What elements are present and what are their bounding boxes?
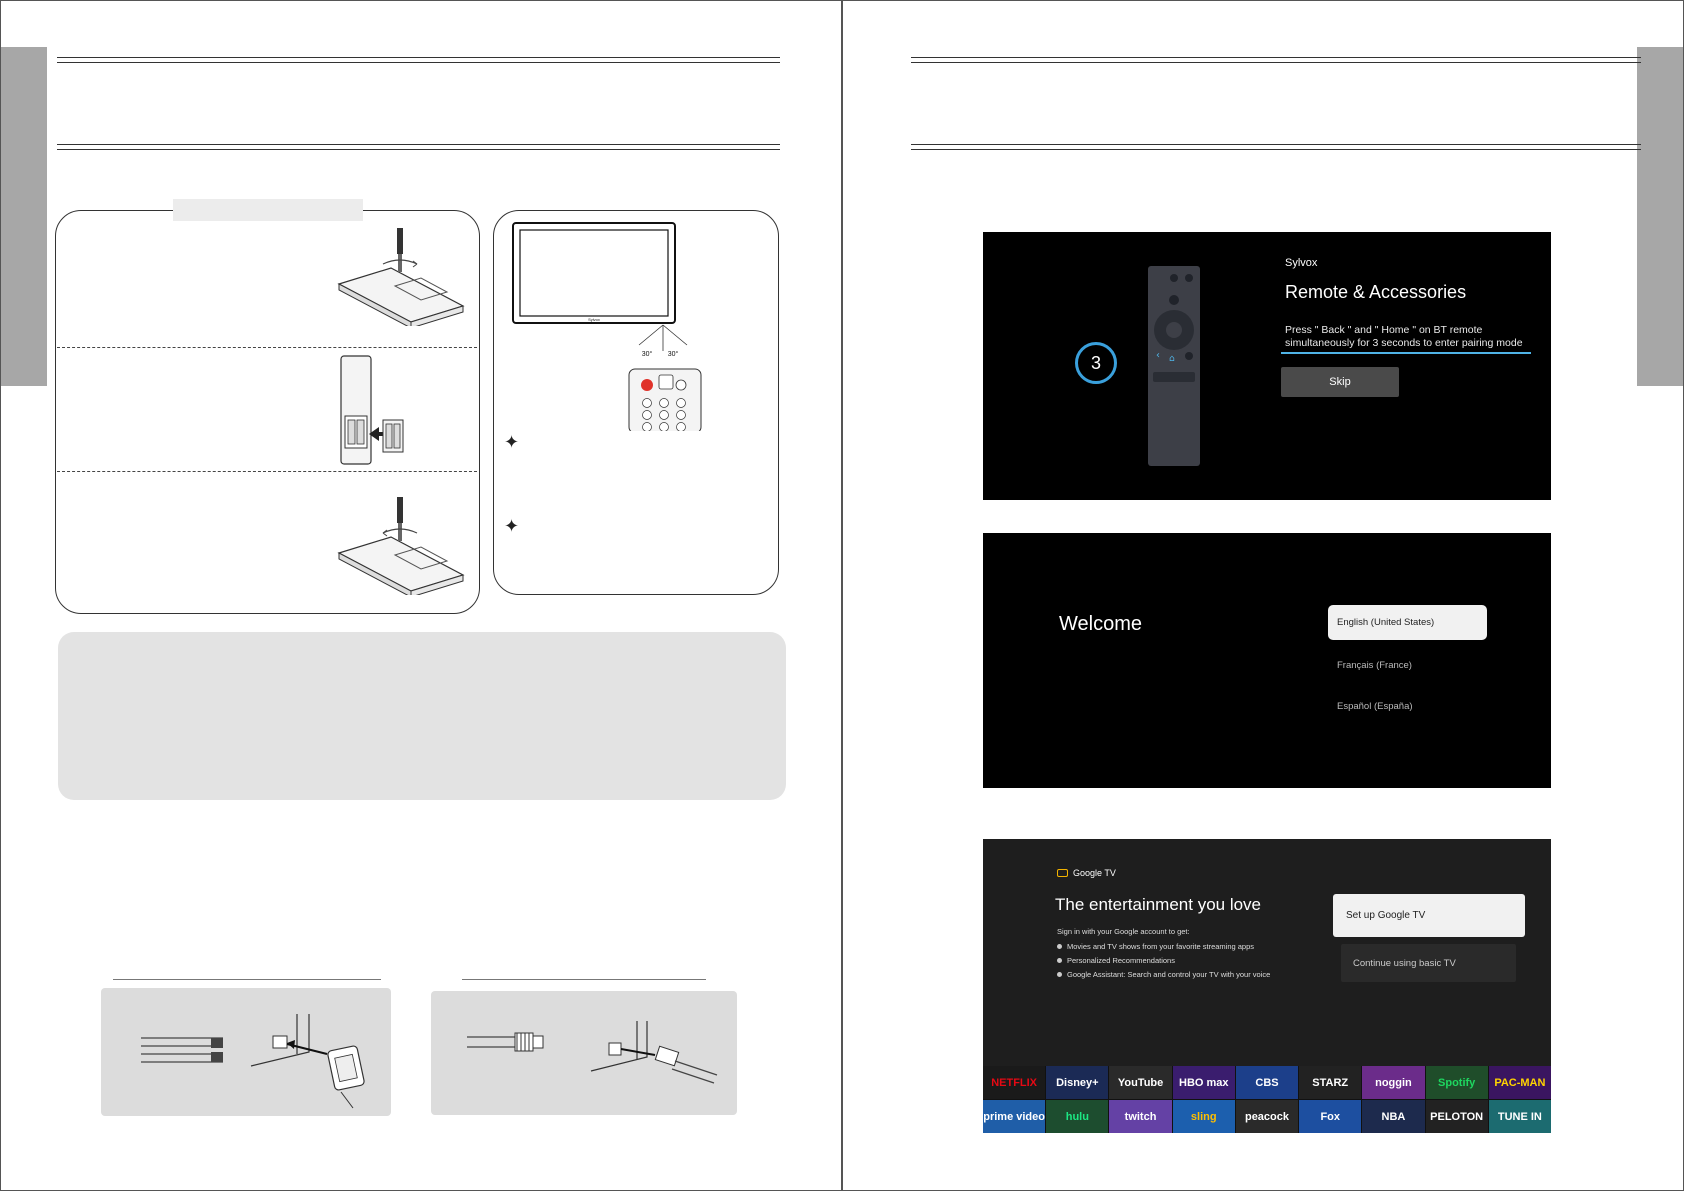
app-tile[interactable]: Fox	[1299, 1100, 1362, 1133]
google-tv-logo-icon	[1057, 869, 1068, 877]
back-arrow-icon: ‹	[1156, 350, 1160, 361]
left-page: Sylvox 30° 30° ✦ ✦	[0, 0, 842, 1191]
list-item: Movies and TV shows from your favorite s…	[1057, 939, 1270, 953]
app-tile[interactable]: PELOTON	[1425, 1100, 1488, 1133]
welcome-screen: Welcome English (United States) Français…	[983, 533, 1551, 788]
pairing-progress-bar	[1281, 352, 1531, 354]
header-rule-top	[911, 57, 1641, 63]
angle-right-label: 30°	[668, 350, 679, 358]
right-page: ‹ ⌂ 3 Sylvox Remote & Accessories Press …	[842, 0, 1684, 1191]
app-tile[interactable]: YouTube	[1109, 1066, 1172, 1099]
language-option[interactable]: Español (España)	[1337, 701, 1413, 712]
app-tile[interactable]: TUNE IN	[1488, 1100, 1551, 1133]
angle-left-label: 30°	[642, 350, 653, 358]
welcome-title: Welcome	[1059, 613, 1142, 635]
pairing-title: Remote & Accessories	[1285, 282, 1467, 302]
connection-rule	[113, 979, 381, 980]
app-tile[interactable]: sling	[1172, 1100, 1235, 1133]
insert-batteries-illustration	[340, 355, 404, 465]
battery-panel-label-bar	[173, 199, 363, 221]
app-tile[interactable]: CBS	[1235, 1066, 1299, 1099]
pairing-description: Press " Back " and " Home " on BT remote…	[1285, 324, 1523, 349]
app-tile[interactable]: peacock	[1235, 1100, 1299, 1133]
google-tv-setup-screen: Google TV The entertainment you love Sig…	[983, 839, 1551, 1133]
app-logo-grid: NETFLIX Disney+ YouTube HBO max CBS STARZ nogg…	[983, 1066, 1551, 1133]
continue-basic-tv-button[interactable]: Continue using basic TV	[1341, 944, 1516, 982]
google-tv-brand-text: Google TV	[1073, 868, 1116, 878]
pairing-screen: ‹ ⌂ 3 Sylvox Remote & Accessories Press …	[983, 232, 1551, 500]
google-tv-title: The entertainment you love	[1055, 895, 1262, 914]
app-tile[interactable]: Spotify	[1425, 1066, 1488, 1099]
header-rule-bottom	[57, 144, 780, 150]
step-divider	[57, 471, 477, 472]
app-tile[interactable]: prime video	[983, 1100, 1046, 1133]
countdown-indicator: 3	[1075, 342, 1117, 384]
list-item: Personalized Recommendations	[1057, 953, 1270, 967]
remote-open-cover-illustration	[337, 228, 465, 326]
header-rule-bottom	[911, 144, 1641, 150]
home-icon: ⌂	[1169, 354, 1175, 364]
app-tile[interactable]: PAC-MAN	[1488, 1066, 1551, 1099]
app-tile[interactable]: NETFLIX	[983, 1066, 1046, 1099]
google-tv-brand: Google TV	[1057, 868, 1116, 878]
brand-label: Sylvox	[1285, 257, 1318, 269]
setup-google-tv-button[interactable]: Set up Google TV	[1333, 894, 1525, 937]
side-tab	[1637, 47, 1683, 386]
cable-connection-panel	[431, 991, 737, 1115]
coax-cable-illustration	[467, 1021, 718, 1084]
app-tile[interactable]: HBO max	[1172, 1066, 1235, 1099]
app-tile[interactable]: noggin	[1362, 1066, 1425, 1099]
header-rule-top	[57, 57, 780, 63]
tv-brand-text: Sylvox	[588, 317, 600, 322]
bt-remote-illustration: ‹ ⌂	[1148, 266, 1200, 466]
bullet-star-icon: ✦	[504, 516, 520, 536]
benefits-list: Movies and TV shows from your favorite s…	[1057, 939, 1270, 981]
bullet-star-icon: ✦	[504, 432, 520, 452]
countdown-value: 3	[1090, 352, 1101, 373]
app-tile[interactable]: Disney+	[1046, 1066, 1109, 1099]
note-box	[58, 632, 786, 800]
app-tile[interactable]: hulu	[1046, 1100, 1109, 1133]
tv-remote-range-illustration: Sylvox 30° 30°	[512, 222, 711, 435]
language-option-selected[interactable]: English (United States)	[1328, 605, 1487, 640]
step-divider	[57, 347, 477, 348]
antenna-connection-panel	[101, 988, 391, 1116]
skip-button[interactable]: Skip	[1281, 367, 1399, 397]
side-tab	[1, 47, 47, 386]
remote-close-cover-illustration	[337, 497, 465, 595]
app-tile[interactable]: STARZ	[1299, 1066, 1362, 1099]
antenna-adapter-illustration	[141, 1014, 365, 1109]
list-item: Google Assistant: Search and control you…	[1057, 967, 1270, 981]
app-tile[interactable]: twitch	[1109, 1100, 1172, 1133]
connection-rule	[462, 979, 706, 980]
app-tile[interactable]: NBA	[1362, 1100, 1425, 1133]
google-tv-subtitle: Sign in with your Google account to get:	[1057, 927, 1190, 936]
language-option[interactable]: Français (France)	[1337, 660, 1412, 671]
